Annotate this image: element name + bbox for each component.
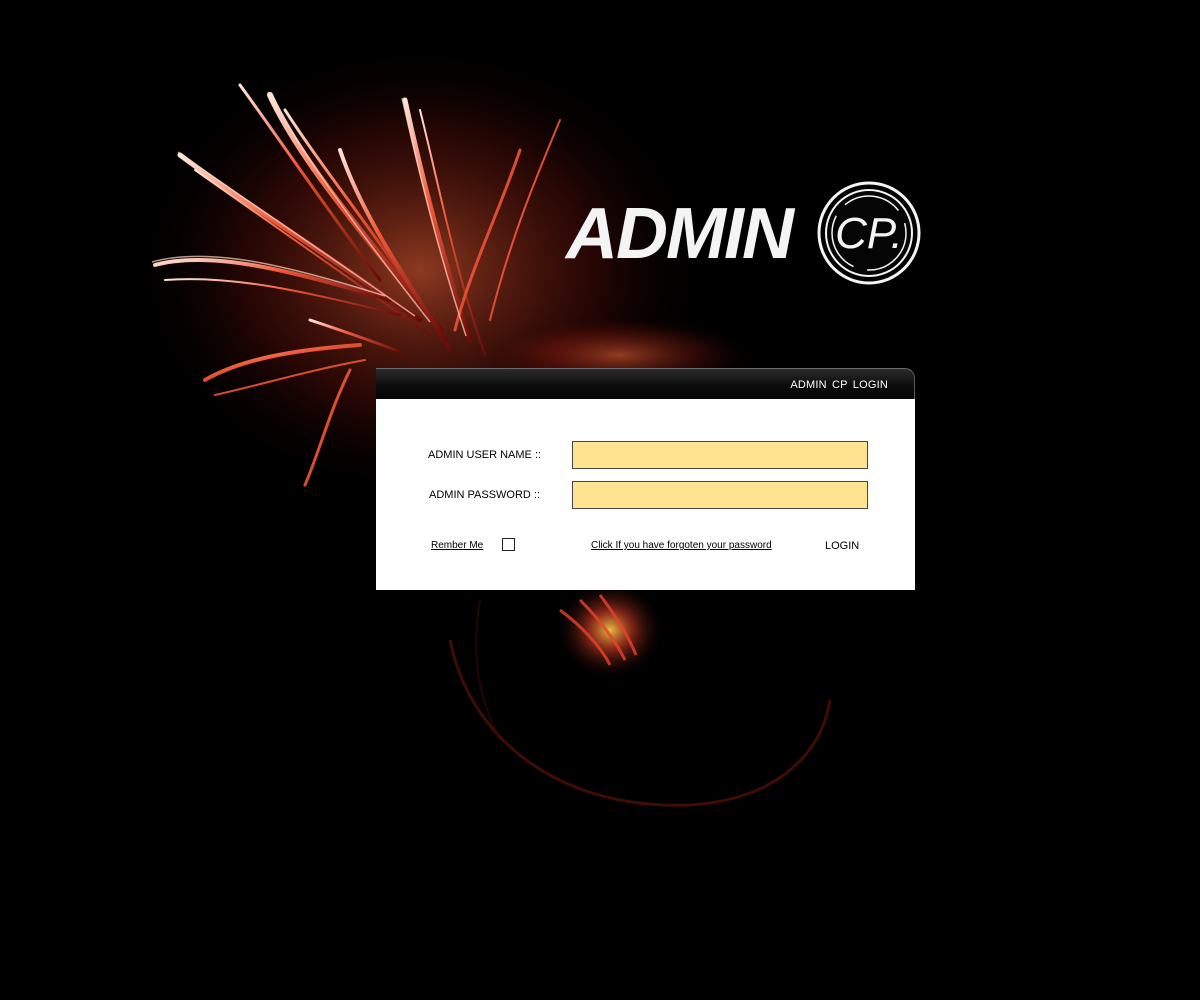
logo-wordmark: ADMIN <box>566 194 794 274</box>
login-form: ADMIN USER NAME :: ADMIN PASSWORD :: Rem… <box>376 399 915 590</box>
username-input[interactable] <box>572 441 868 469</box>
remember-me-checkbox[interactable] <box>502 538 515 551</box>
panel-header: ADMIN CP LOGIN <box>376 368 915 399</box>
forgot-password-link[interactable]: Click If you have forgoten your password <box>591 540 772 551</box>
login-button[interactable]: LOGIN <box>825 540 859 552</box>
password-label: ADMIN PASSWORD :: <box>429 489 541 501</box>
panel-title: ADMIN CP LOGIN <box>790 379 888 391</box>
password-input[interactable] <box>572 481 868 509</box>
login-panel: ADMIN CP LOGIN ADMIN USER NAME :: ADMIN … <box>376 368 915 590</box>
remember-me-label[interactable]: Rember Me <box>431 540 483 551</box>
cp-logo-letters: CP. <box>835 209 903 258</box>
login-page: ADMIN CP. ADMIN CP LOGIN ADMIN USER NAME… <box>0 0 1200 1000</box>
cp-logo-icon: CP. <box>817 181 921 285</box>
username-label: ADMIN USER NAME :: <box>428 449 542 461</box>
